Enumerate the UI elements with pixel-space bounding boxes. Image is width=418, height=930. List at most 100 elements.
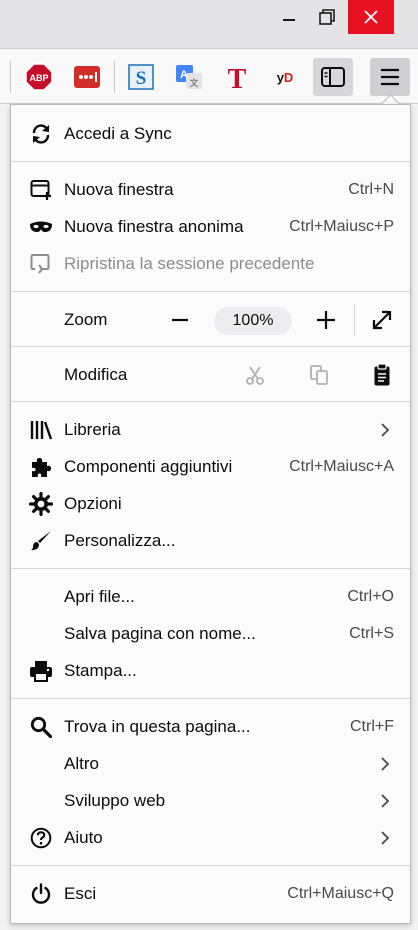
adblock-plus-button[interactable]: ABP [24,62,54,92]
menu-item-help[interactable]: Aiuto [11,820,410,856]
translate-button[interactable]: A 文 [174,62,204,92]
cut-button[interactable] [237,357,273,393]
menu-item-library[interactable]: Libreria [11,412,410,448]
adblock-plus-icon: ABP [25,63,53,91]
app-menu-panel: Accedi a Sync Nuova finestra Ctrl+N Nuov… [10,104,411,924]
chevron-right-icon [378,831,392,845]
yandex-dictionary-button[interactable]: yD [270,62,300,92]
fullscreen-button[interactable] [364,302,400,338]
menu-item-sync[interactable]: Accedi a Sync [11,116,410,152]
menu-item-label: Trova in questa pagina... [64,717,251,736]
restore-session-icon [28,251,54,277]
minimize-button[interactable] [272,0,306,34]
open-menu-button[interactable] [370,58,410,96]
menu-item-label: Personalizza... [64,531,176,550]
sync-icon [28,121,54,147]
minimize-icon [283,19,295,21]
puzzle-icon [28,454,54,480]
zoom-reset-button[interactable]: 100% [214,307,292,335]
menu-item-label: Nuova finestra anonima [64,217,244,236]
menu-item-label: Opzioni [64,494,122,513]
library-icon [28,417,54,443]
svg-text:ABP: ABP [29,73,48,83]
paste-button[interactable] [364,357,400,393]
menu-item-label: Sviluppo web [64,791,166,810]
title-bar [0,0,418,48]
toolbar-separator [10,61,11,93]
svg-text:S: S [136,68,147,89]
lastpass-icon [74,66,100,88]
menu-item-open-file[interactable]: Apri file... Ctrl+O [11,579,410,615]
menu-item-label: Esci [64,884,97,903]
menu-item-customize[interactable]: Personalizza... [11,523,410,559]
menu-item-label: Apri file... [64,587,135,606]
sidebar-icon [321,67,345,87]
close-button[interactable] [348,0,394,34]
menu-item-label: Ripristina la sessione precedente [64,254,315,273]
shortcut-label: Ctrl+Maiusc+Q [287,885,394,902]
menu-item-options[interactable]: Opzioni [11,486,410,522]
menu-item-label: Libreria [64,420,121,439]
zoom-separator [354,304,355,336]
menu-item-label: Salva pagina con nome... [64,624,256,643]
sidebar-button[interactable] [313,58,353,96]
shortcut-label: Ctrl+F [350,718,394,735]
menu-separator [11,698,410,699]
private-mask-icon [28,214,54,240]
menu-item-web-developer[interactable]: Sviluppo web [11,783,410,819]
hamburger-menu-icon [381,68,399,86]
scribe-button[interactable]: S [126,62,156,92]
zoom-out-button[interactable] [162,302,198,338]
shortcut-label: Ctrl+S [349,625,394,642]
new-window-icon [28,177,54,203]
printer-icon [28,658,54,684]
edit-label: Modifica [64,365,128,384]
menu-item-label: Aiuto [64,828,103,847]
menu-item-more[interactable]: Altro [11,746,410,782]
zoom-label: Zoom [64,310,108,329]
menu-separator [11,291,410,292]
menu-item-label: Nuova finestra [64,180,174,199]
menu-separator [11,401,410,402]
svg-text:T: T [228,64,247,91]
menu-separator [11,568,410,569]
menu-item-new-window[interactable]: Nuova finestra Ctrl+N [11,172,410,208]
toolbar-separator [114,61,115,93]
menu-item-addons[interactable]: Componenti aggiuntivi Ctrl+Maiusc+A [11,449,410,485]
chevron-right-icon [378,423,392,437]
toolbar: ABP S A 文 T yD [0,48,418,104]
menu-separator [11,346,410,347]
menu-item-quit[interactable]: Esci Ctrl+Maiusc+Q [11,876,410,912]
shortcut-label: Ctrl+O [347,588,394,605]
menu-item-restore-session[interactable]: Ripristina la sessione precedente [11,246,410,282]
menu-item-zoom: Zoom 100% [11,302,410,338]
paste-icon [374,363,390,386]
menu-item-print[interactable]: Stampa... [11,653,410,689]
zoom-in-button[interactable] [308,302,344,338]
paintbrush-icon [28,528,54,554]
menu-item-label: Componenti aggiuntivi [64,457,233,476]
menu-item-label: Stampa... [64,661,137,680]
shortcut-label: Ctrl+N [348,181,394,198]
power-icon [28,881,54,907]
restore-button[interactable] [310,0,344,34]
shortcut-label: Ctrl+Maiusc+A [289,458,394,475]
minus-icon [172,318,188,322]
plus-icon [317,311,335,329]
lastpass-button[interactable] [72,62,102,92]
help-icon [28,825,54,851]
svg-text:A: A [180,69,188,81]
gear-icon [28,491,54,517]
font-t-button[interactable]: T [222,62,252,92]
copy-button[interactable] [301,357,337,393]
menu-item-private-window[interactable]: Nuova finestra anonima Ctrl+Maiusc+P [11,209,410,245]
svg-text:文: 文 [189,77,198,89]
close-icon [364,10,378,24]
search-icon [28,714,54,740]
menu-item-save-page[interactable]: Salva pagina con nome... Ctrl+S [11,616,410,652]
copy-icon [310,365,328,385]
menu-separator [11,161,410,162]
shortcut-label: Ctrl+Maiusc+P [289,218,394,235]
restore-icon [319,9,335,25]
menu-item-find[interactable]: Trova in questa pagina... Ctrl+F [11,709,410,745]
